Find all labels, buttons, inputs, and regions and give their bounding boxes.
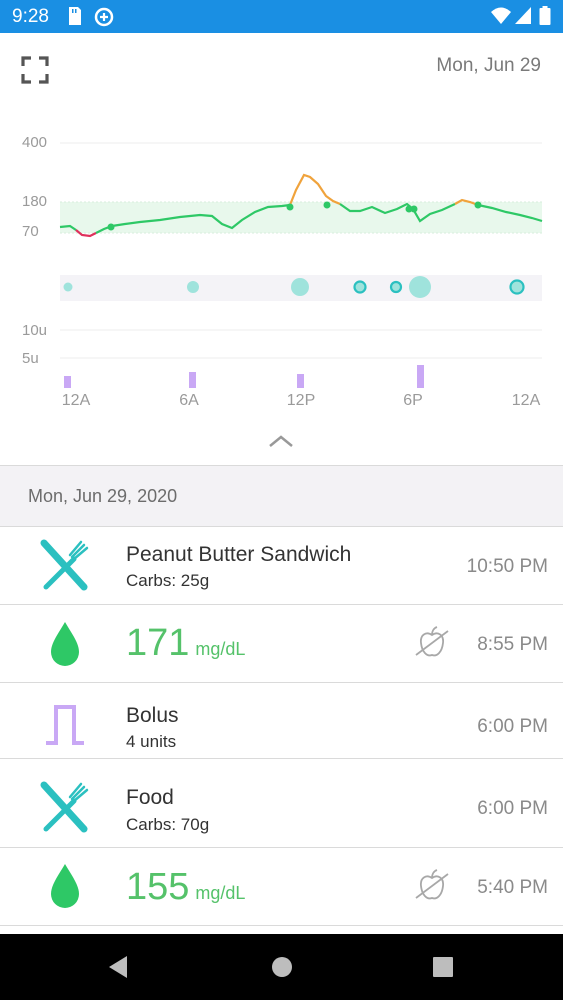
bolus-bar	[417, 365, 424, 388]
entry-subtitle: 4 units	[126, 732, 177, 751]
navigation-bar	[0, 934, 563, 1000]
signal-icon	[515, 7, 531, 24]
sd-card-icon	[69, 7, 81, 25]
carb-marker	[389, 280, 403, 294]
glucose-reading-dot	[410, 205, 418, 213]
fork-knife-icon	[40, 781, 89, 833]
list-item-food[interactable]: Food Carbs: 70g 6:00 PM	[0, 759, 563, 848]
header-date: Mon, Jun 29	[436, 55, 541, 76]
glucose-line-high	[288, 173, 341, 206]
x-label: 12A	[61, 392, 91, 409]
glucose-reading-dot	[286, 203, 294, 211]
glucose-chart[interactable]: 400 180 70 10u 5u 12A 6A 12P 6P 12A	[0, 120, 563, 420]
bolus-bar	[189, 372, 196, 388]
entry-time: 5:40 PM	[477, 877, 548, 898]
chart-canvas	[59, 142, 543, 388]
entry-title: Peanut Butter Sandwich	[126, 543, 352, 566]
glucose-value: 155 mg/dL	[126, 866, 245, 909]
chevron-up-icon[interactable]	[265, 432, 297, 452]
entry-title: Food	[126, 786, 174, 809]
entry-time: 6:00 PM	[477, 798, 548, 819]
carb-marker	[353, 280, 367, 294]
apple-crossed-icon	[415, 626, 449, 657]
glucose-number: 155	[126, 866, 190, 908]
list-item-glucose[interactable]: 155 mg/dL 5:40 PM	[0, 848, 563, 926]
carb-marker	[63, 282, 73, 292]
recents-icon[interactable]	[432, 954, 454, 980]
home-icon[interactable]	[271, 954, 293, 980]
carb-marker	[187, 281, 199, 293]
y-label-180: 180	[22, 193, 48, 210]
bolus-bar	[297, 374, 304, 388]
blood-drop-icon	[51, 622, 79, 666]
glucose-unit: mg/dL	[195, 639, 246, 659]
entry-subtitle: Carbs: 25g	[126, 571, 210, 590]
x-label: 6A	[179, 392, 199, 409]
bolus-bar	[64, 376, 71, 388]
fullscreen-icon[interactable]	[20, 55, 50, 85]
fork-knife-icon	[40, 539, 89, 591]
glucose-reading-dot	[323, 201, 331, 209]
x-label: 6P	[403, 392, 423, 409]
blood-drop-icon	[51, 864, 79, 908]
entry-time: 8:55 PM	[477, 634, 548, 655]
glucose-reading-dot	[474, 201, 482, 209]
back-icon[interactable]	[106, 954, 130, 980]
glucose-value: 171 mg/dL	[126, 622, 245, 665]
y-label-70: 70	[22, 223, 39, 240]
y-label-400: 400	[22, 134, 48, 151]
target-range-band	[60, 202, 542, 233]
bolus-pulse-icon	[46, 705, 84, 745]
list-section-header: Mon, Jun 29, 2020	[0, 465, 563, 527]
list-item-food[interactable]: Peanut Butter Sandwich Carbs: 25g 10:50 …	[0, 526, 563, 605]
carb-marker	[291, 278, 309, 296]
x-label: 12P	[286, 392, 316, 409]
wifi-icon	[491, 7, 511, 24]
carb-marker	[509, 279, 525, 295]
status-bar: 9:28	[0, 0, 563, 33]
battery-icon	[539, 6, 551, 25]
entry-title: Bolus	[126, 704, 179, 727]
entry-time: 10:50 PM	[466, 556, 548, 577]
entry-time: 6:00 PM	[477, 716, 548, 737]
x-label: 12A	[511, 392, 541, 409]
glucose-reading-dot	[107, 223, 115, 231]
section-date: Mon, Jun 29, 2020	[28, 486, 178, 506]
status-time: 9:28	[12, 6, 49, 27]
y-label-5u: 5u	[22, 350, 39, 367]
data-saver-icon	[94, 7, 114, 27]
list-item-glucose[interactable]: 171 mg/dL 8:55 PM	[0, 605, 563, 683]
y-label-10u: 10u	[22, 322, 48, 339]
glucose-unit: mg/dL	[195, 883, 246, 903]
list-item-bolus[interactable]: Bolus 4 units 6:00 PM	[0, 683, 563, 759]
carb-marker	[409, 276, 431, 298]
apple-crossed-icon	[415, 869, 449, 900]
entry-subtitle: Carbs: 70g	[126, 815, 210, 834]
glucose-number: 171	[126, 622, 190, 664]
